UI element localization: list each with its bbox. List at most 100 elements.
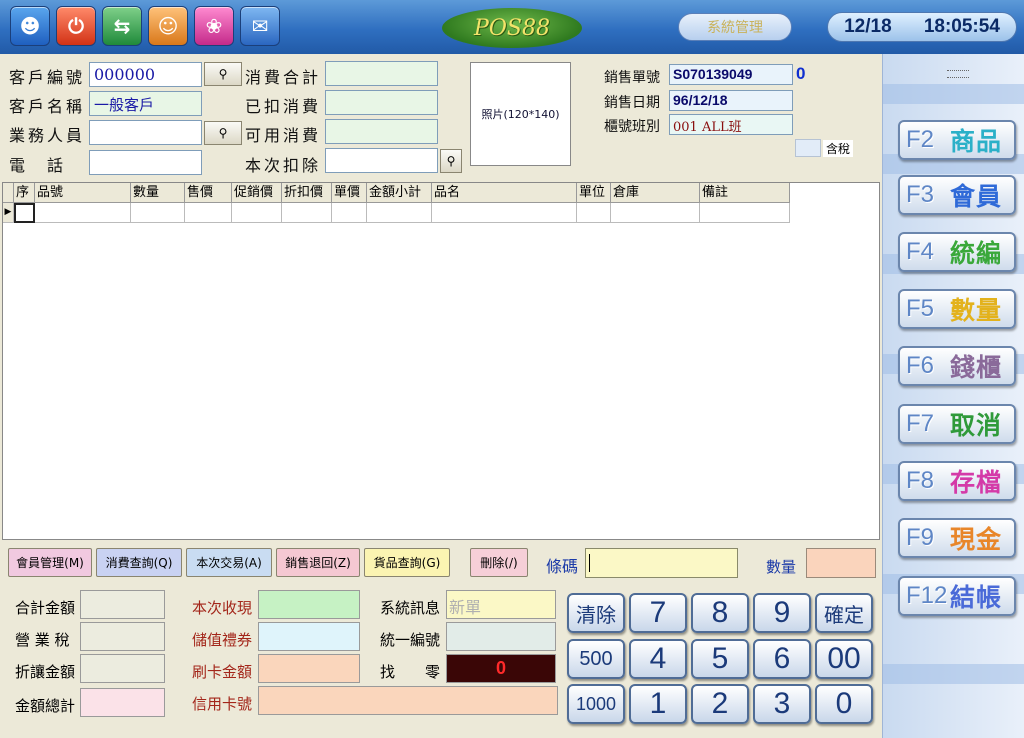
card-number-label: 信用卡號: [192, 695, 253, 713]
barcode-label: 條碼: [546, 557, 579, 576]
consume-this-input[interactable]: [325, 148, 438, 173]
top-toolbar: ☻ ⏻ ⇆ ☺ ❀ ✉ POS88 系統管理 12/18 18:05:54: [0, 0, 1024, 54]
col-seq[interactable]: 序: [14, 183, 35, 203]
this-trade-button[interactable]: 本次交易(A): [186, 548, 272, 577]
total-amount-input[interactable]: [80, 590, 165, 619]
keypad-1[interactable]: 1: [629, 684, 687, 724]
table-row[interactable]: ▶: [3, 203, 790, 223]
business-tax-input[interactable]: [80, 622, 165, 651]
member-management-button[interactable]: 會員管理(M): [8, 548, 92, 577]
keypad-clear[interactable]: 清除: [567, 593, 625, 633]
fkey-f2-label: 商品: [950, 127, 1003, 156]
discount-amount-input[interactable]: [80, 654, 165, 683]
fkey-f7[interactable]: F7 取消: [898, 404, 1016, 444]
fkey-f9-key: F9: [906, 524, 935, 551]
card-amount-input[interactable]: [258, 654, 360, 683]
keypad-00[interactable]: 00: [815, 639, 873, 679]
col-unit-price[interactable]: 單價: [332, 183, 367, 203]
col-price[interactable]: 售價: [185, 183, 232, 203]
keypad-confirm[interactable]: 確定: [815, 593, 873, 633]
grip-handle[interactable]: [947, 70, 969, 78]
fkey-f6[interactable]: F6 錢櫃: [898, 346, 1016, 386]
consume-total-input[interactable]: [325, 61, 438, 86]
keypad-3[interactable]: 3: [753, 684, 811, 724]
consume-deducted-label: 已扣消費: [245, 97, 322, 116]
consume-available-input[interactable]: [325, 119, 438, 144]
keypad-1000[interactable]: 1000: [567, 684, 625, 724]
col-item-no[interactable]: 品號: [35, 183, 131, 203]
fkey-f5[interactable]: F5 數量: [898, 289, 1016, 329]
order-no-input[interactable]: S070139049: [669, 64, 793, 85]
keypad-6[interactable]: 6: [753, 639, 811, 679]
delete-button[interactable]: 刪除(/): [470, 548, 528, 577]
fkey-f9[interactable]: F9 現金: [898, 518, 1016, 558]
unified-number-input[interactable]: [446, 622, 556, 651]
quantity-input[interactable]: [806, 548, 876, 578]
customer-name-input[interactable]: 一般客戶: [89, 91, 202, 116]
col-warehouse[interactable]: 倉庫: [611, 183, 700, 203]
cash-received-input[interactable]: [258, 590, 360, 619]
tax-label: 含稅: [823, 140, 854, 157]
consume-deducted-input[interactable]: [325, 90, 438, 115]
keypad-0[interactable]: 0: [815, 684, 873, 724]
fkey-f2[interactable]: F2 商品: [898, 120, 1016, 160]
system-message-field: 新單: [446, 590, 556, 619]
col-qty[interactable]: 數量: [131, 183, 185, 203]
fkey-f6-key: F6: [906, 352, 935, 379]
consume-query-button[interactable]: 消費查詢(Q): [96, 548, 182, 577]
col-promo-price[interactable]: 促銷價: [232, 183, 282, 203]
keypad-9[interactable]: 9: [753, 593, 811, 633]
salesperson-input[interactable]: [89, 120, 202, 145]
keypad-7[interactable]: 7: [629, 593, 687, 633]
keypad-2[interactable]: 2: [691, 684, 749, 724]
fkey-f3[interactable]: F3 會員: [898, 175, 1016, 215]
flower-icon[interactable]: ❀: [194, 6, 234, 46]
sales-return-button[interactable]: 銷售退回(Z): [276, 548, 360, 577]
members-icon[interactable]: ☺: [148, 6, 188, 46]
fkey-f8[interactable]: F8 存檔: [898, 461, 1016, 501]
grid-header: 序 品號 數量 售價 促銷價 折扣價 單價 金額小計 品名 單位 倉庫 備註: [3, 183, 790, 203]
mail-icon[interactable]: ✉: [240, 6, 280, 46]
order-count: 0: [796, 64, 806, 83]
order-date-input[interactable]: 96/12/18: [669, 90, 793, 111]
phone-input[interactable]: [89, 150, 202, 175]
system-management-button[interactable]: 系統管理: [678, 13, 792, 41]
fkey-f4-key: F4: [906, 238, 935, 265]
consume-search-button[interactable]: ⚲: [440, 149, 462, 173]
fkey-f12[interactable]: F12 結帳: [898, 576, 1016, 616]
fkey-f4[interactable]: F4 統編: [898, 232, 1016, 272]
col-discount-price[interactable]: 折扣價: [282, 183, 332, 203]
user-icon[interactable]: ☻: [10, 6, 50, 46]
power-icon[interactable]: ⏻: [56, 6, 96, 46]
keypad-8[interactable]: 8: [691, 593, 749, 633]
date-text: 12/18: [844, 16, 892, 37]
col-subtotal[interactable]: 金額小計: [367, 183, 432, 203]
col-unit[interactable]: 單位: [577, 183, 611, 203]
fkey-f2-key: F2: [906, 126, 935, 153]
cash-received-label: 本次收現: [192, 599, 253, 617]
keypad-4[interactable]: 4: [629, 639, 687, 679]
goods-query-button[interactable]: 貨品查詢(G): [364, 548, 450, 577]
fkey-f6-label: 錢櫃: [950, 353, 1003, 382]
grand-total-input[interactable]: [80, 688, 165, 717]
col-remark[interactable]: 備註: [700, 183, 790, 203]
order-no-label: 銷售單號: [604, 70, 660, 86]
customer-id-input[interactable]: 000000: [89, 62, 202, 87]
card-number-input[interactable]: [258, 686, 558, 715]
customer-search-button[interactable]: ⚲: [204, 62, 242, 86]
keypad-5[interactable]: 5: [691, 639, 749, 679]
search-icon: ⚲: [446, 154, 456, 168]
barcode-input[interactable]: [585, 548, 738, 578]
exchange-icon[interactable]: ⇆: [102, 6, 142, 46]
salesperson-search-button[interactable]: ⚲: [204, 121, 242, 145]
change-display: 0: [446, 654, 556, 683]
col-product-name[interactable]: 品名: [432, 183, 577, 203]
tax-checkbox[interactable]: [795, 139, 821, 157]
fkey-f9-label: 現金: [950, 525, 1003, 554]
fkey-f5-label: 數量: [950, 296, 1003, 325]
shift-input[interactable]: 001 ALL班: [669, 114, 793, 135]
keypad-500[interactable]: 500: [567, 639, 625, 679]
shift-label: 櫃號班別: [604, 119, 660, 135]
item-grid[interactable]: 序 品號 數量 售價 促銷價 折扣價 單價 金額小計 品名 單位 倉庫 備註 ▶: [2, 182, 880, 540]
stored-value-input[interactable]: [258, 622, 360, 651]
